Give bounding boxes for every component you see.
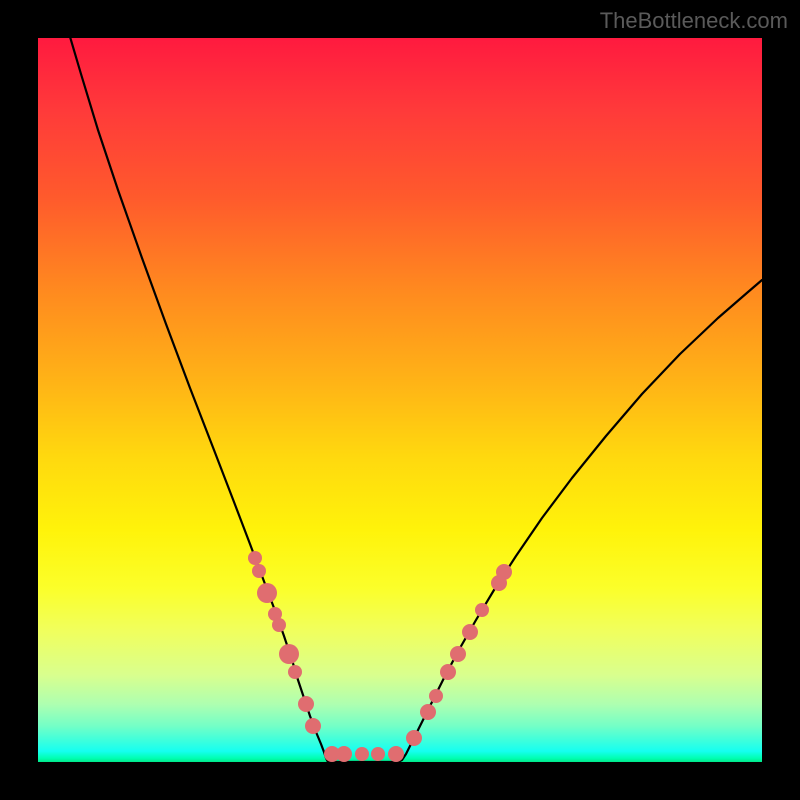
data-point xyxy=(429,689,443,703)
data-point xyxy=(268,607,282,621)
watermark-text: TheBottleneck.com xyxy=(600,8,788,34)
data-point xyxy=(355,747,369,761)
data-point xyxy=(272,618,286,632)
data-point xyxy=(388,746,404,762)
data-point xyxy=(440,664,456,680)
bottleneck-curve xyxy=(38,38,762,762)
data-point xyxy=(496,564,512,580)
data-point xyxy=(336,746,352,762)
data-point xyxy=(252,564,266,578)
plot-area xyxy=(38,38,762,762)
data-point xyxy=(288,665,302,679)
data-point xyxy=(257,583,277,603)
data-point xyxy=(420,704,436,720)
data-point xyxy=(450,646,466,662)
data-point xyxy=(406,730,422,746)
data-point xyxy=(324,746,340,762)
chart-root: TheBottleneck.com xyxy=(0,0,800,800)
data-points-layer xyxy=(38,38,762,762)
data-point xyxy=(462,624,478,640)
data-point xyxy=(305,718,321,734)
data-point xyxy=(279,644,299,664)
data-point xyxy=(491,575,507,591)
data-point xyxy=(371,747,385,761)
data-point xyxy=(475,603,489,617)
data-point xyxy=(248,551,262,565)
data-point xyxy=(298,696,314,712)
